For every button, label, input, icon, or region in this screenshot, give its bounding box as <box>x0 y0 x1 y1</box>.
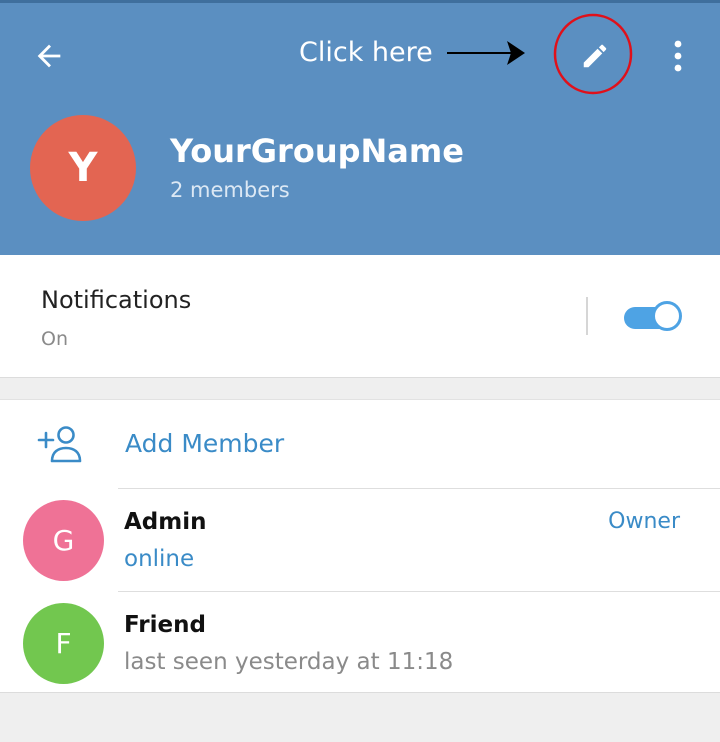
member-row-admin[interactable]: G Admin online Owner <box>0 489 720 591</box>
add-person-icon <box>37 426 82 463</box>
more-vertical-icon <box>674 40 682 72</box>
member-status: online <box>124 546 195 572</box>
annotation-text: Click here <box>299 37 433 68</box>
members-section: Add Member G Admin online Owner F Friend… <box>0 399 720 693</box>
add-member-label: Add Member <box>125 429 285 458</box>
member-row-friend[interactable]: F Friend last seen yesterday at 11:18 <box>0 592 720 694</box>
group-info-header: Click here Y YourGroupName 2 members <box>0 0 720 255</box>
member-status: last seen yesterday at 11:18 <box>124 649 454 675</box>
notifications-divider <box>586 297 588 335</box>
notifications-status: On <box>41 328 68 350</box>
member-avatar: F <box>23 603 104 684</box>
group-name: YourGroupName <box>170 132 464 170</box>
member-avatar: G <box>23 500 104 581</box>
annotation-arrow-icon <box>447 41 525 65</box>
toggle-knob <box>652 301 682 331</box>
back-arrow-icon <box>37 44 61 68</box>
notifications-row[interactable]: Notifications On <box>0 255 720 378</box>
member-name: Friend <box>124 612 206 638</box>
more-options-button[interactable] <box>660 31 696 81</box>
back-button[interactable] <box>24 31 74 81</box>
notifications-toggle[interactable] <box>622 301 684 333</box>
member-name: Admin <box>124 509 207 535</box>
notifications-title: Notifications <box>41 286 192 314</box>
add-member-button[interactable]: Add Member <box>0 400 720 488</box>
annotation-circle <box>553 13 633 95</box>
group-avatar[interactable]: Y <box>30 115 136 221</box>
members-count: 2 members <box>170 178 290 202</box>
member-role-badge: Owner <box>608 509 680 534</box>
